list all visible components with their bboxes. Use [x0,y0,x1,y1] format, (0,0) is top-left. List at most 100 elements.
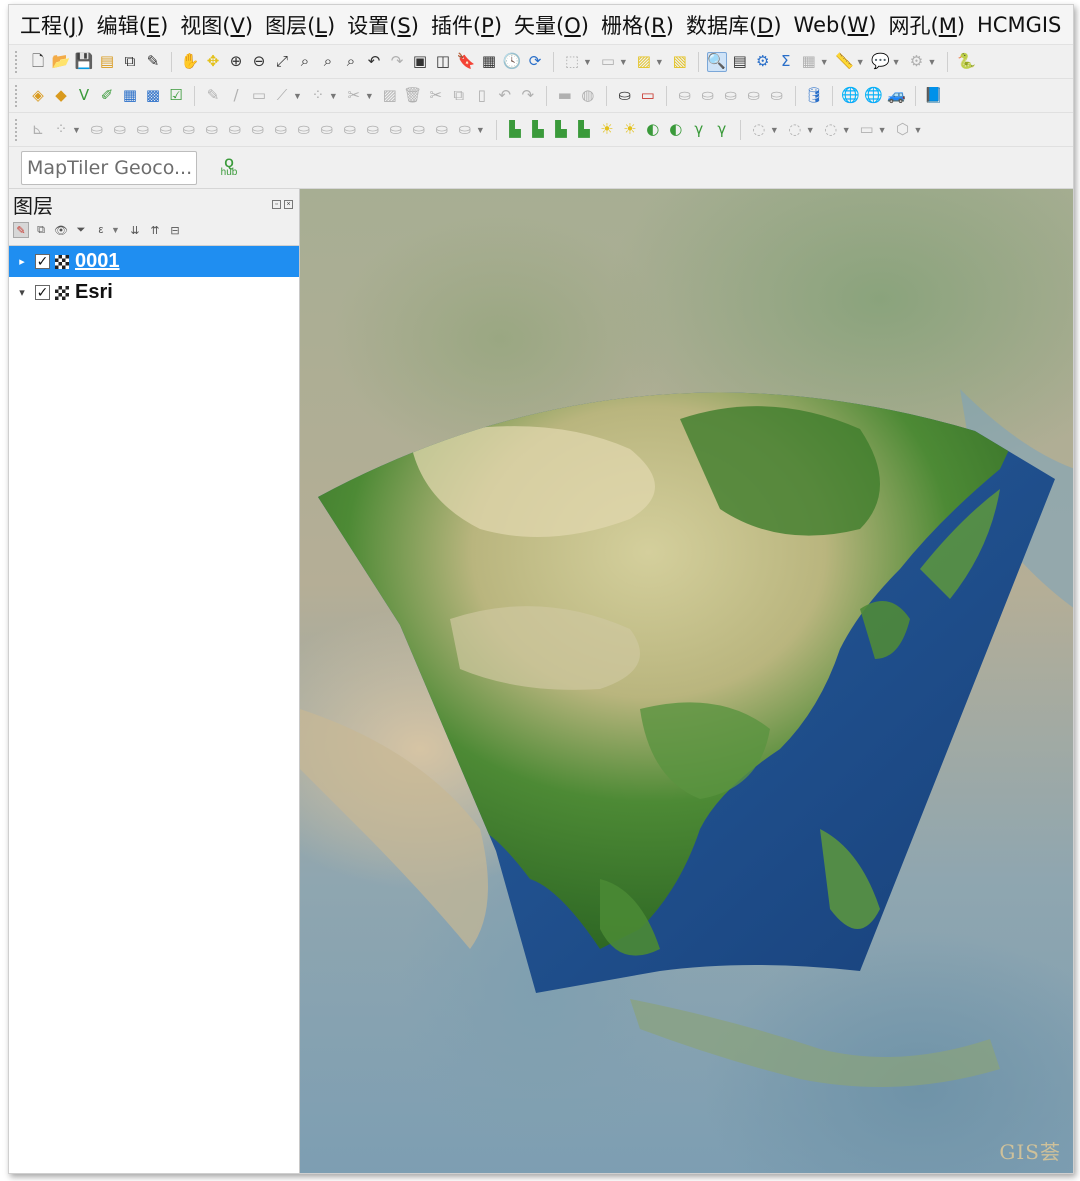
layer-visibility-checkbox[interactable]: ✓ [35,284,50,300]
increase-gamma-icon[interactable]: γ [689,120,709,140]
zoom-next-icon[interactable]: ↷ [387,52,407,72]
new-print-layout-icon[interactable]: ▤ [97,52,117,72]
rotate-symbols-icon[interactable]: ⛀ [455,120,475,140]
menu-mesh[interactable]: 网孔(M) [885,10,974,40]
increase-contrast-icon[interactable]: ◐ [643,120,663,140]
merge-attributes-icon[interactable]: ⛀ [432,120,452,140]
layer-visibility-checkbox[interactable]: ✓ [35,253,50,269]
zoom-out-icon[interactable]: ⊖ [249,52,269,72]
create-circle-icon[interactable]: ◌ [785,120,805,140]
help-book-icon[interactable]: 📘 [924,86,944,106]
raster-full-stretch-icon[interactable]: ▙ [574,120,594,140]
chevron-down-icon[interactable]: ▼ [878,125,887,135]
bookmark-icon[interactable]: 🔖 [456,52,476,72]
delete-ring-icon[interactable]: ⛀ [225,120,245,140]
menu-settings[interactable]: 设置(S) [344,10,428,40]
toolbar-grip[interactable] [15,50,21,73]
menu-edit[interactable]: 编辑(E) [94,10,178,40]
chevron-down-icon[interactable]: ▼ [583,57,592,67]
layer-name[interactable]: Esri [75,281,113,304]
menu-plugins[interactable]: 插件(P) [428,10,511,40]
toolbar-grip[interactable] [15,118,21,141]
open-project-icon[interactable]: 📂 [51,52,71,72]
style-manager-icon[interactable]: ✎ [143,52,163,72]
settings-gear-icon[interactable]: ⚙ [753,52,773,72]
new-geopackage-layer-icon[interactable]: ◆ [51,86,71,106]
decrease-brightness-icon[interactable]: ☀ [620,120,640,140]
undo-icon[interactable]: ↶ [495,86,515,106]
paste-features-icon[interactable]: ▯ [472,86,492,106]
zoom-in-icon[interactable]: ⊕ [226,52,246,72]
chevron-down-icon[interactable]: ▼ [655,57,664,67]
fill-ring-icon[interactable]: ⛀ [202,120,222,140]
delete-selected-icon[interactable]: 🗑 [403,86,423,106]
label-toolbar-icon[interactable]: ▬ [555,86,575,106]
label-pin-icon[interactable]: ◍ [578,86,598,106]
chevron-down-icon[interactable]: ▼ [619,57,628,67]
scale-feature-icon[interactable]: ⛀ [110,120,130,140]
add-part-icon[interactable]: ⛀ [179,120,199,140]
chevron-down-icon[interactable]: ▼ [72,125,81,135]
advanced-digitizing-icon[interactable]: ⊾ [28,120,48,140]
raster-local-stretch-icon[interactable]: ▙ [551,120,571,140]
move-label-icon[interactable]: ⛀ [721,86,741,106]
close-panel-icon[interactable]: × [284,199,293,209]
chevron-down-icon[interactable]: ▼ [928,57,937,67]
globe-info-icon[interactable]: 🌐 [864,86,884,106]
menu-database[interactable]: 数据库(D) [683,10,791,40]
pin-labels-icon[interactable]: ⛀ [675,86,695,106]
chevron-down-icon[interactable]: ▼ [770,125,779,135]
statistics-sigma-icon[interactable]: Σ [776,52,796,72]
measure-line-icon[interactable]: 📏 [835,52,855,72]
menu-view[interactable]: 视图(V) [177,10,262,40]
zoom-full-icon[interactable]: ⤢ [272,52,292,72]
chevron-down-icon[interactable]: ▼ [892,57,901,67]
toggle-editing-icon[interactable]: / [226,86,246,106]
layer-name[interactable]: 0001 [75,250,120,273]
chevron-down-icon[interactable]: ▼ [914,125,923,135]
deselect-features-icon[interactable]: ▧ [670,52,690,72]
increase-brightness-icon[interactable]: ☀ [597,120,617,140]
vertex-tool-icon[interactable]: ✂ [344,86,364,106]
float-panel-icon[interactable]: ▫ [272,199,281,209]
field-calculator-icon[interactable]: ▦ [799,52,819,72]
chevron-down-icon[interactable]: ▼ [856,57,865,67]
zoom-to-selection-icon[interactable]: ⌕ [295,52,315,72]
cut-features-icon[interactable]: ✂ [426,86,446,106]
layer-labeling-icon[interactable]: ⛀ [615,86,635,106]
digitize-line-icon[interactable]: ⟋ [272,86,292,106]
save-project-icon[interactable]: 💾 [74,52,94,72]
locator-search-input[interactable] [21,150,197,185]
refresh-icon[interactable]: ⟳ [525,52,545,72]
filter-by-expression-icon[interactable]: ε [93,222,109,238]
layer-row-0001[interactable]: ▸ ✓ 0001 [9,246,299,277]
chevron-down-icon[interactable]: ▼ [820,57,829,67]
rotate-label-icon[interactable]: ⛀ [744,86,764,106]
menu-layer[interactable]: 图层(L) [262,10,344,40]
remove-layer-icon[interactable]: ⊟ [167,222,183,238]
zoom-to-layer-icon[interactable]: ⌕ [318,52,338,72]
add-raster-layer-icon[interactable]: ✐ [97,86,117,106]
menu-hcmgis[interactable]: HCMGIS [974,13,1070,37]
toolbar-grip[interactable] [15,84,21,107]
reverse-line-icon[interactable]: ⛀ [317,120,337,140]
map-canvas[interactable]: GIS荟 [300,189,1073,1173]
create-polygon-icon[interactable]: ⬡ [893,120,913,140]
new-project-icon[interactable]: 🗋 [28,52,48,72]
chevron-down-icon[interactable]: ▼ [365,91,374,101]
reshape-features-icon[interactable]: ⛀ [271,120,291,140]
layout-manager-icon[interactable]: ⧉ [120,52,140,72]
trim-extend-icon[interactable]: ⛀ [340,120,360,140]
merge-features-icon[interactable]: ⛀ [409,120,429,140]
filter-legend-icon[interactable]: ⏷ [73,222,89,238]
collapse-all-icon[interactable]: ⇈ [147,222,163,238]
add-wms-layer-icon[interactable]: ▩ [143,86,163,106]
annotation-icon[interactable]: ⚙ [907,52,927,72]
add-vector-layer-icon[interactable]: V [74,86,94,106]
expand-all-icon[interactable]: ⇊ [127,222,143,238]
simplify-feature-icon[interactable]: ⛀ [133,120,153,140]
gps-vehicle-icon[interactable]: 🚙 [887,86,907,106]
modify-attributes-icon[interactable]: ▨ [380,86,400,106]
zoom-native-icon[interactable]: ⌕ [341,52,361,72]
select-features-icon[interactable]: ▨ [634,52,654,72]
